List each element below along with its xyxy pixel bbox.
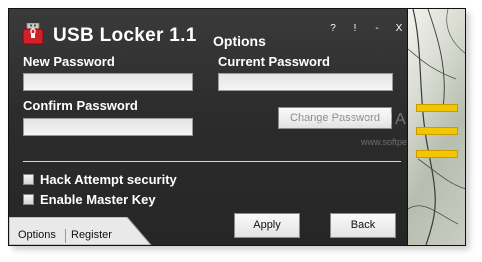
back-button[interactable]: Back <box>330 213 396 238</box>
confirm-password-label: Confirm Password <box>23 98 138 113</box>
master-key-option[interactable]: Enable Master Key <box>23 192 156 207</box>
section-title: Options <box>213 33 266 49</box>
master-key-label: Enable Master Key <box>40 192 156 207</box>
decorative-side-panel <box>407 9 465 245</box>
minimize-button[interactable]: - <box>366 21 388 37</box>
accent-bar <box>416 104 458 112</box>
confirm-password-field[interactable] <box>23 118 193 136</box>
softpedia-watermark: SOFTPEDIA <box>299 111 408 128</box>
about-button[interactable]: ! <box>344 21 366 37</box>
tab-strip: Options Register <box>9 217 159 245</box>
app-title: USB Locker 1.1 <box>53 25 197 46</box>
tab-register[interactable]: Register <box>71 229 112 241</box>
hack-attempt-label: Hack Attempt security <box>40 172 177 187</box>
new-password-field[interactable] <box>23 73 193 91</box>
accent-bar <box>416 127 458 135</box>
hack-attempt-checkbox[interactable] <box>23 174 34 185</box>
window-controls: ? ! - X <box>322 21 410 37</box>
hack-attempt-option[interactable]: Hack Attempt security <box>23 172 177 187</box>
help-button[interactable]: ? <box>322 21 344 37</box>
usb-locker-window: USB Locker 1.1 Options ? ! - X New Passw… <box>8 8 466 246</box>
current-password-field[interactable] <box>218 73 393 91</box>
new-password-label: New Password <box>23 54 115 69</box>
divider <box>23 161 401 162</box>
master-key-checkbox[interactable] <box>23 194 34 205</box>
options-panel: USB Locker 1.1 Options ? ! - X New Passw… <box>9 9 439 245</box>
tab-options[interactable]: Options <box>18 229 56 241</box>
apply-button[interactable]: Apply <box>234 213 300 238</box>
tab-separator <box>65 229 66 243</box>
usb-lock-icon <box>22 23 44 45</box>
accent-bar <box>416 150 458 158</box>
current-password-label: Current Password <box>218 54 330 69</box>
